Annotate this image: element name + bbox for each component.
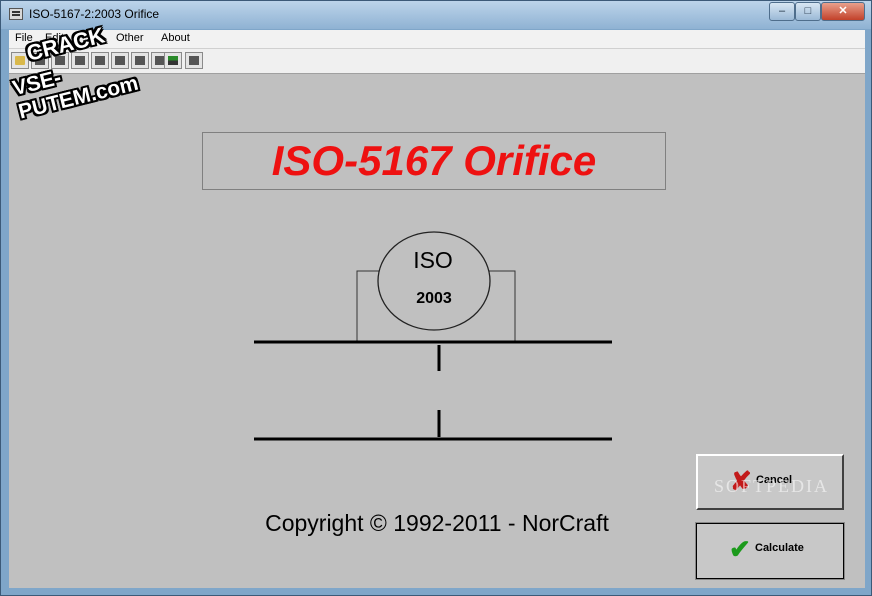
app-window: ISO-5167-2:2003 Orifice – □ ✕ File Edit … (0, 0, 872, 596)
save-icon[interactable] (185, 52, 203, 69)
main-panel: ISO-5167 Orifice ISO 2003 Copyright © 19… (9, 74, 865, 588)
calculate-label: Calculate (755, 542, 804, 554)
seal-text-year: 2003 (416, 290, 452, 307)
app-icon[interactable] (9, 8, 23, 20)
check-icon: ✔ (729, 534, 751, 564)
close-button[interactable]: ✕ (821, 2, 865, 21)
softpedia-watermark: SOFTPEDIA (714, 476, 830, 496)
seal-text-iso: ISO (413, 247, 453, 273)
calculate-button[interactable]: ✔ Calculate (695, 522, 845, 580)
maximize-button[interactable]: □ (795, 2, 821, 21)
minimize-button[interactable]: – (769, 2, 795, 21)
